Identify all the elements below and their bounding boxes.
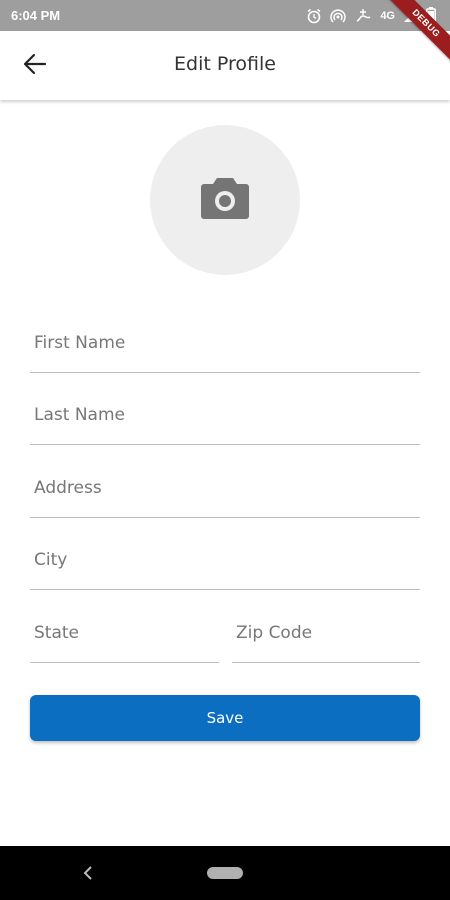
app-bar: Edit Profile — [0, 31, 450, 100]
navigation-bar — [0, 846, 450, 900]
camera-icon — [200, 176, 250, 224]
first-name-input[interactable] — [34, 325, 420, 361]
hotspot-icon — [330, 8, 346, 24]
save-button[interactable]: Save — [30, 695, 420, 741]
data-saver-icon — [354, 8, 372, 24]
zip-code-field — [232, 615, 420, 663]
first-name-field — [30, 325, 420, 373]
address-input[interactable] — [34, 470, 420, 506]
address-field — [30, 470, 420, 518]
status-bar: 6:04 PM 4G — [0, 0, 450, 31]
page-title: Edit Profile — [174, 53, 276, 75]
nav-back-icon[interactable] — [78, 863, 98, 883]
status-time: 6:04 PM — [11, 8, 61, 23]
alarm-icon — [306, 8, 322, 24]
nav-home-pill[interactable] — [207, 867, 243, 879]
last-name-field — [30, 397, 420, 445]
network-label: 4G — [380, 9, 395, 22]
last-name-input[interactable] — [34, 397, 420, 433]
state-input[interactable] — [34, 615, 219, 651]
state-field — [30, 615, 219, 663]
city-field — [30, 542, 420, 590]
zip-code-input[interactable] — [236, 615, 420, 651]
city-input[interactable] — [34, 542, 420, 578]
avatar-picker[interactable] — [150, 125, 300, 275]
